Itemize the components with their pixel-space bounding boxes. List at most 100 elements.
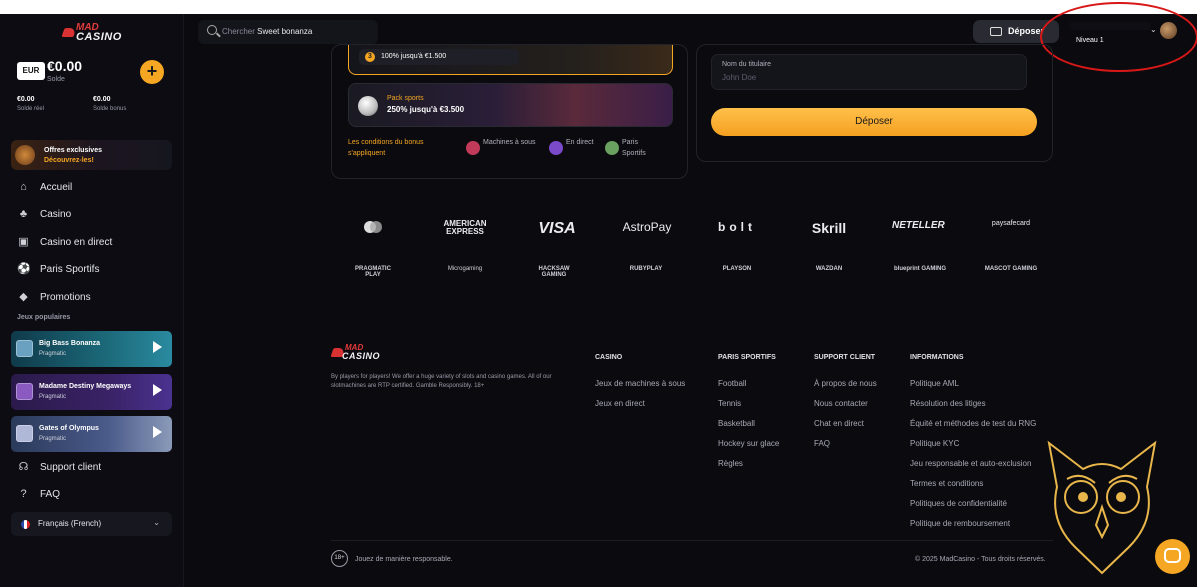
mascot-gaming-logo: MASCOT GAMING — [984, 266, 1038, 272]
play-icon[interactable] — [153, 426, 162, 438]
playson-logo: PLAYSON — [722, 266, 752, 272]
pragmatic-play-logo: PRAGMATIC PLAY — [355, 266, 391, 278]
language-label: Français (French) — [38, 519, 102, 528]
footer-link[interactable]: Tennis — [718, 399, 741, 408]
footer-logo[interactable]: MAD CASINO — [330, 343, 382, 365]
play-icon[interactable] — [153, 341, 162, 353]
live-chat-button[interactable] — [1155, 539, 1190, 574]
nav-label: Paris Sportifs — [40, 263, 100, 275]
nav-label: Casino — [40, 208, 72, 220]
footer-link[interactable]: Politique AML — [910, 379, 959, 388]
tag-sports: Paris Sportifs — [605, 137, 662, 159]
nav-item-casino[interactable]: ♣ Casino — [17, 205, 177, 223]
astropay-logo: AstroPay — [622, 220, 672, 234]
wallet-icon — [990, 27, 1002, 36]
football-icon: ⚽ — [17, 262, 31, 275]
bonus-balance-label: Solde bonus — [93, 106, 127, 112]
footer-link[interactable]: Jeux en direct — [595, 399, 645, 408]
footer-link[interactable]: Termes et conditions — [910, 479, 983, 488]
diamond-icon: ◆ — [19, 290, 28, 303]
nav-label: Casino en direct — [40, 236, 113, 248]
soccer-ball-icon — [358, 96, 378, 116]
nav-item-faq[interactable]: ? FAQ — [17, 485, 177, 503]
tag-slots: Machines à sous — [466, 137, 538, 155]
owl-watermark-icon — [1047, 440, 1157, 575]
footer-divider — [331, 540, 1053, 541]
footer-link[interactable]: Basketball — [718, 419, 755, 428]
blueprint-logo: blueprint GAMING — [894, 266, 946, 272]
field-label: Nom du titulaire — [722, 61, 772, 68]
bonus-balance-value: €0.00 — [93, 96, 111, 103]
home-icon: ⌂ — [20, 180, 27, 193]
footer-link[interactable]: Football — [718, 379, 746, 388]
footer-link[interactable]: Résolution des litiges — [910, 399, 986, 408]
currency-badge: EUR — [17, 62, 45, 80]
age-restriction-icon: 18+ — [331, 550, 348, 567]
browser-top-strip — [0, 0, 1197, 14]
bonus-text: 100% jusqu'à €1.500 — [381, 53, 447, 60]
chevron-down-icon: ⌄ — [153, 518, 160, 527]
bonus-number: 3 — [365, 52, 375, 62]
footer-link[interactable]: Politiques de confidentialité — [910, 499, 1007, 508]
footer-link[interactable]: Politique de remboursement — [910, 519, 1010, 528]
tag-label: Machines à sous — [483, 139, 536, 146]
play-icon[interactable] — [153, 384, 162, 396]
sidebar: MAD CASINO EUR €0.00 Solde + €0.00 Solde… — [0, 14, 184, 587]
nav-label: FAQ — [40, 488, 61, 500]
sports-bonus-option[interactable]: Pack sports 250% jusqu'à €3.500 — [348, 83, 673, 127]
casino-bonus-option[interactable]: 3 100% jusqu'à €1.500 — [348, 45, 673, 75]
game-card[interactable]: Gates of Olympus Pragmatic — [11, 416, 172, 452]
madcasino-logo[interactable]: MAD CASINO — [61, 22, 124, 44]
game-title: Madame Destiny Megaways — [39, 383, 132, 390]
exclusive-offers-banner[interactable]: Offres exclusives Découvrez-les! — [11, 140, 172, 170]
footer-link[interactable]: Politique KYC — [910, 439, 959, 448]
nav-item-accueil[interactable]: ⌂ Accueil — [17, 178, 177, 196]
bolt-logo: bolt — [718, 220, 756, 234]
game-card[interactable]: Big Bass Bonanza Pragmatic — [11, 331, 172, 367]
game-provider: Pragmatic — [39, 436, 67, 442]
live-icon — [549, 141, 563, 155]
tag-label: En direct — [566, 139, 594, 146]
footer-logo-bottom: CASINO — [342, 351, 381, 361]
game-thumbnail — [16, 340, 33, 357]
sports-bonus-text: 250% jusqu'à €3.500 — [387, 105, 465, 114]
search-prefix: Chercher — [222, 27, 255, 36]
bonus-conditions-link[interactable]: Les conditions du bonus s'appliquent — [348, 137, 438, 159]
footer-link[interactable]: Équité et méthodes de test du RNG — [910, 419, 1036, 428]
footer-link[interactable]: Jeux de machines à sous — [595, 379, 685, 388]
slots-icon — [466, 141, 480, 155]
footer-link[interactable]: Jeu responsable et auto-exclusion — [910, 459, 1031, 468]
sports-icon — [605, 141, 619, 155]
language-selector[interactable]: Français (French) ⌄ — [11, 512, 172, 536]
footer-link[interactable]: Chat en direct — [814, 419, 864, 428]
cardholder-name-field[interactable]: Nom du titulaire John Doe — [711, 54, 1027, 90]
search-input[interactable]: Chercher Sweet bonanza — [198, 20, 378, 44]
nav-item-casino-en-direct[interactable]: ▣ Casino en direct — [17, 233, 177, 251]
nav-label: Support client — [40, 461, 102, 473]
footer-link[interactable]: FAQ — [814, 439, 830, 448]
game-card[interactable]: Madame Destiny Megaways Pragmatic — [11, 374, 172, 410]
deposit-submit-button[interactable]: Déposer — [711, 108, 1037, 136]
footer-heading: PARIS SPORTIFS — [718, 354, 776, 361]
footer-link[interactable]: À propos de nous — [814, 379, 877, 388]
add-funds-button[interactable]: + — [140, 60, 164, 84]
nav-item-paris-sportifs[interactable]: ⚽ Paris Sportifs — [17, 260, 177, 278]
tag-live: En direct — [549, 137, 596, 155]
logo-hat-icon — [61, 28, 77, 37]
help-icon: ? — [20, 487, 27, 500]
footer-link[interactable]: Nous contacter — [814, 399, 868, 408]
nav-item-support-client[interactable]: ☊ Support client — [17, 458, 177, 476]
footer-link[interactable]: Hockey sur glace — [718, 439, 779, 448]
real-balance-value: €0.00 — [17, 96, 35, 103]
mastercard-logo — [362, 220, 384, 237]
headset-icon: ☊ — [18, 460, 29, 473]
microgaming-logo: Microgaming — [447, 266, 483, 272]
nav-label: Promotions — [40, 291, 91, 303]
tag-label: Paris Sportifs — [622, 139, 646, 157]
deposit-submit-label: Déposer — [855, 116, 893, 127]
game-thumbnail — [16, 425, 33, 442]
footer-link[interactable]: Règles — [718, 459, 743, 468]
treasure-icon — [15, 145, 35, 165]
search-text: Chercher Sweet bonanza — [222, 27, 312, 36]
nav-item-promotions[interactable]: ◆ Promotions — [17, 288, 177, 306]
